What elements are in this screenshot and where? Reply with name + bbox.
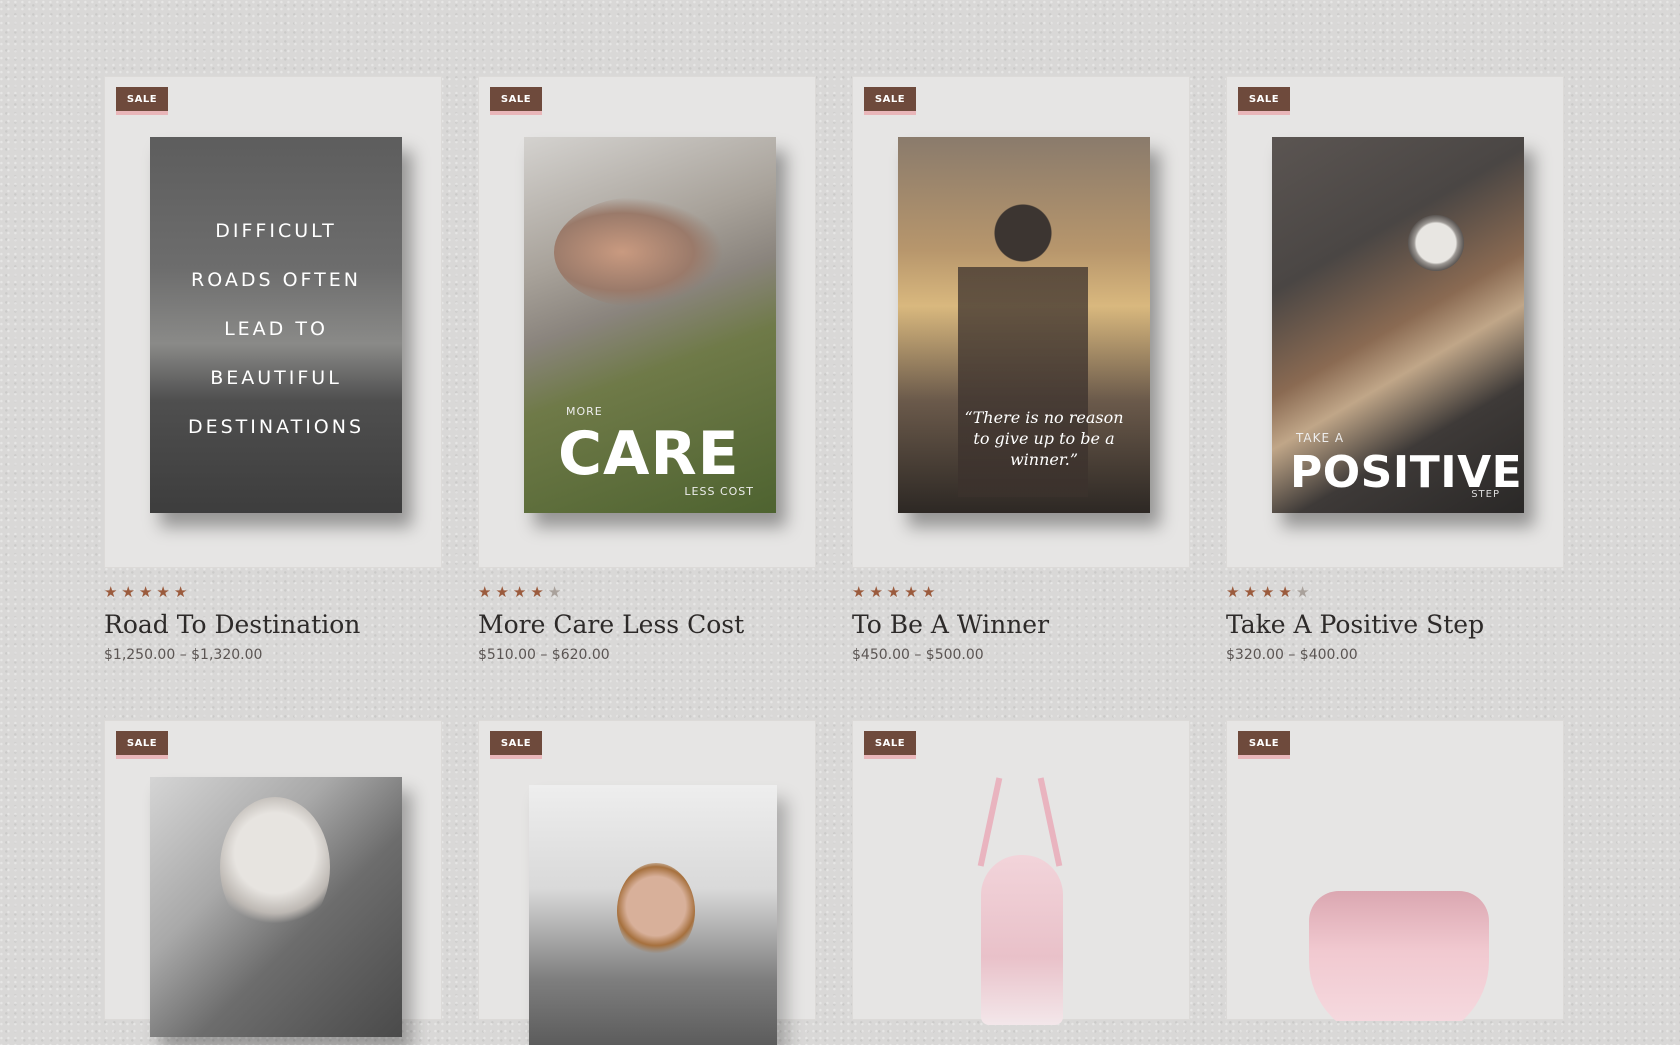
cover-text: LESS COST [684,485,754,498]
cover-text: MORE [566,405,603,418]
book-cover[interactable] [529,785,777,1045]
product-price: $320.00 – $400.00 [1226,647,1358,663]
product-price: $450.00 – $500.00 [852,647,984,663]
product-meta: ★ ★ ★ ★ ★ Take A Positive Step $320.00 –… [1226,584,1564,663]
cover-text: DIFFICULT ROADS OFTEN LEAD TO BEAUTIFUL … [187,220,365,438]
product-title[interactable]: Road To Destination [104,610,442,639]
book-cover[interactable]: TAKE A POSITIVE STEP [1272,137,1524,513]
sale-badge: SALE [116,731,168,759]
product-image-tile[interactable]: SALE [852,720,1190,1025]
star-icon: ★ [121,583,135,601]
product-title[interactable]: Take A Positive Step [1226,610,1564,639]
cover-title: CARE [558,419,740,489]
star-icon: ★ [495,583,509,601]
sale-badge: SALE [1238,731,1290,759]
star-icon: ★ [904,583,918,601]
book-cover[interactable]: MORE CARE LESS COST [524,137,776,513]
star-icon: ★ [921,583,936,601]
cover-text: TAKE A [1296,431,1345,445]
product-meta: ★ ★ ★ ★ ★ To Be A Winner $450.00 – $500.… [852,584,1190,663]
cover-photo [220,797,330,937]
star-icon: ★ [1226,583,1240,601]
sale-badge: SALE [864,731,916,759]
dress-body [981,855,1063,1025]
sale-badge: SALE [116,87,168,115]
product-grid: SALE DIFFICULT ROADS OFTEN LEAD TO BEAUT… [0,0,1680,1045]
product-image-tile[interactable]: SALE DIFFICULT ROADS OFTEN LEAD TO BEAUT… [104,76,442,568]
product-image-tile[interactable]: SALE “There is no reason to give up to b… [852,76,1190,568]
star-icon: ★ [852,583,866,601]
product-image-tile[interactable]: SALE [478,720,816,1045]
star-icon: ★ [530,583,544,601]
watch-photo [1408,215,1464,271]
star-icon: ★ [1243,583,1257,601]
rating-stars: ★ ★ ★ ★ ★ [478,584,816,600]
star-icon: ★ [512,583,527,601]
book-cover[interactable]: “There is no reason to give up to be a w… [898,137,1150,513]
rating-stars: ★ ★ ★ ★ ★ [1226,584,1564,600]
book-cover[interactable] [150,777,402,1037]
product-price: $510.00 – $620.00 [478,647,610,663]
dress-image[interactable] [963,777,1083,1037]
star-icon: ★ [886,583,901,601]
product-image-tile[interactable]: SALE [1226,720,1565,1021]
sale-badge: SALE [490,731,542,759]
star-icon: ★ [1260,583,1275,601]
half-star-icon: ★ [1295,583,1310,601]
tutu-skirt [1309,891,1489,1021]
product-title[interactable]: More Care Less Cost [478,610,816,639]
star-icon: ★ [173,583,188,601]
star-icon: ★ [104,583,118,601]
star-icon: ★ [478,583,492,601]
star-icon: ★ [138,583,153,601]
cover-text: STEP [1471,489,1500,500]
book-cover[interactable]: DIFFICULT ROADS OFTEN LEAD TO BEAUTIFUL … [150,137,402,513]
star-icon: ★ [1278,583,1292,601]
product-meta: ★ ★ ★ ★ ★ More Care Less Cost $510.00 – … [478,584,816,663]
product-image-tile[interactable]: SALE TAKE A POSITIVE STEP [1226,76,1564,568]
sale-badge: SALE [1238,87,1290,115]
product-image-tile[interactable]: SALE [104,720,442,1037]
cover-quote: “There is no reason to give up to be a w… [964,408,1124,469]
product-image-tile[interactable]: SALE MORE CARE LESS COST [478,76,816,568]
product-meta: ★ ★ ★ ★ ★ Road To Destination $1,250.00 … [104,584,442,663]
sale-badge: SALE [864,87,916,115]
cover-photo [617,863,695,959]
rating-stars: ★ ★ ★ ★ ★ [104,584,442,600]
cover-photo [554,197,724,307]
product-title[interactable]: To Be A Winner [852,610,1190,639]
star-icon: ★ [156,583,170,601]
rating-stars: ★ ★ ★ ★ ★ [852,584,1190,600]
product-price: $1,250.00 – $1,320.00 [104,647,263,663]
half-star-icon: ★ [547,583,562,601]
skirt-image[interactable] [1227,831,1565,1021]
sale-badge: SALE [490,87,542,115]
star-icon: ★ [869,583,883,601]
